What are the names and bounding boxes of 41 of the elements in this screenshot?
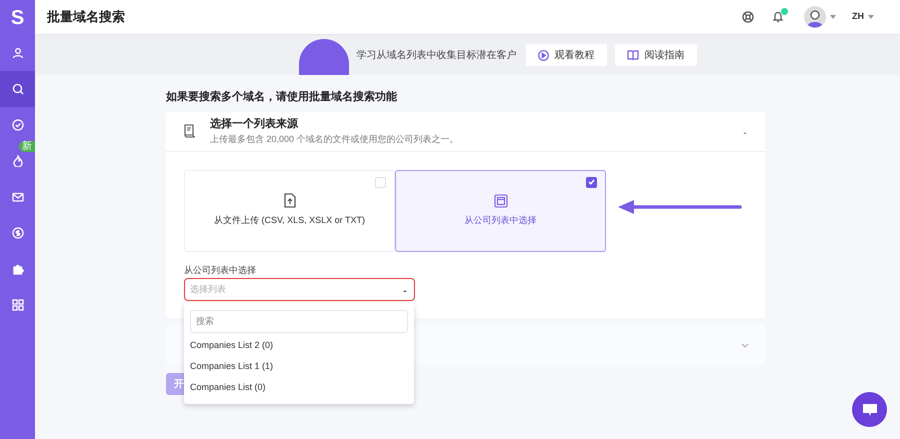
grid-icon (12, 299, 24, 311)
presenter-photo (298, 39, 348, 75)
check-circle-icon (12, 119, 24, 131)
card-subtitle: 上传最多包含 20,000 个域名的文件或使用您的公司列表之一。 (210, 132, 459, 146)
dropdown-item[interactable]: Companies List 1 (1) (190, 356, 408, 378)
book-icon (626, 50, 638, 60)
mail-icon (12, 191, 24, 203)
window-icon (494, 194, 508, 208)
dropdown-item[interactable]: Companies List 2 (0) (190, 336, 408, 356)
person-icon (12, 47, 24, 59)
file-upload-icon (284, 193, 296, 208)
chat-icon (862, 402, 878, 416)
dollar-icon (12, 227, 24, 239)
section-heading: 如果要搜索多个域名，请使用批量域名搜索功能 (166, 90, 398, 105)
sidebar-item[interactable] (0, 71, 35, 107)
caret-icon[interactable] (830, 15, 836, 19)
flame-icon (12, 155, 24, 167)
source-option[interactable]: 从文件上传 (CSV, XLS, XSLX or TXT) (184, 170, 395, 252)
tutorial-button[interactable]: 观看教程 (526, 44, 606, 66)
card-title: 选择一个列表来源 (210, 116, 299, 132)
dropdown-item[interactable]: Companies List (0) (190, 378, 408, 398)
new-badge: 新 (19, 141, 35, 152)
bell-icon[interactable] (772, 10, 788, 24)
checkbox[interactable] (375, 176, 386, 188)
source-option[interactable]: 从公司列表中选择 (395, 170, 606, 252)
caret-icon (868, 15, 874, 19)
checkbox[interactable] (586, 176, 597, 188)
chat-button[interactable] (852, 392, 887, 427)
guide-button[interactable]: 阅读指南 (614, 44, 696, 66)
search-field[interactable]: 搜索 (190, 310, 408, 332)
document-icon (182, 123, 198, 139)
avatar-icon[interactable] (804, 6, 826, 28)
search-icon (12, 83, 24, 95)
page-title: 批量域名搜索 (47, 8, 125, 26)
banner-text: 学习从域名列表中收集目标潜在客户 (356, 48, 516, 62)
language-button[interactable]: ZH (852, 10, 874, 24)
select-label: 从公司列表中选择 (184, 264, 257, 276)
play-icon (538, 50, 548, 60)
puzzle-icon (12, 263, 24, 275)
help-icon[interactable] (742, 11, 754, 23)
logo[interactable]: S (10, 0, 24, 35)
